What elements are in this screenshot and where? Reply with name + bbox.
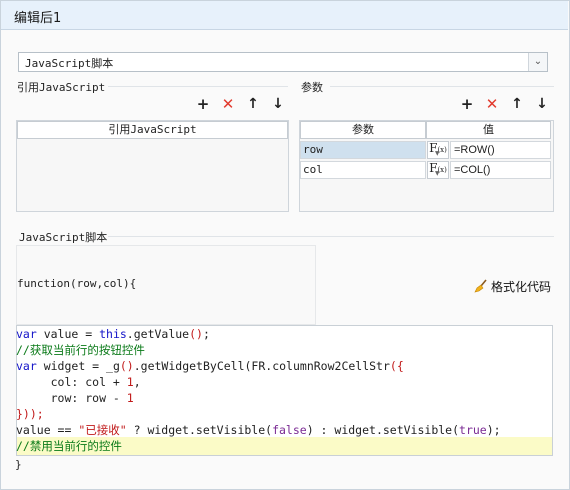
code-token: (): [119, 359, 134, 373]
code-token: .getWidgetByCell(FR.columnRow2CellStr: [133, 359, 390, 373]
params-header-value[interactable]: 值: [426, 121, 551, 139]
divider: [330, 86, 554, 87]
dropdown-arrow-icon: ▼: [435, 150, 440, 157]
delete-param-icon[interactable]: ✕: [484, 96, 500, 112]
script-type-select[interactable]: JavaScript脚本 ⌄: [18, 52, 548, 72]
format-code-label: 格式化代码: [491, 280, 552, 294]
formula-icon[interactable]: F(x) ▼: [427, 161, 449, 179]
code-token: "已接收": [78, 423, 127, 437]
code-token: 1: [126, 375, 134, 389]
code-token: }));: [16, 407, 44, 421]
broom-icon: [474, 279, 487, 293]
divider: [108, 236, 554, 237]
delete-icon[interactable]: ✕: [220, 96, 236, 112]
code-line: }));: [16, 406, 501, 422]
code-token: ? widget.setVisible(: [126, 423, 273, 437]
param-name-cell[interactable]: col: [300, 161, 426, 179]
code-line: //禁用当前行的控件: [16, 438, 501, 454]
divider: [108, 86, 288, 87]
dialog-title: 编辑后1: [14, 11, 62, 26]
add-icon[interactable]: +: [195, 96, 211, 112]
code-token: var: [16, 327, 37, 341]
move-param-up-icon[interactable]: ↑: [509, 96, 525, 112]
move-up-icon[interactable]: ↑: [245, 96, 261, 112]
move-param-down-icon[interactable]: ↓: [534, 96, 550, 112]
script-section-label: JavaScript脚本: [19, 231, 108, 244]
move-down-icon[interactable]: ↓: [270, 96, 286, 112]
code-token: value ==: [16, 423, 79, 437]
format-code-button[interactable]: 格式化代码: [474, 278, 551, 295]
code-line: var value = this.getValue();: [16, 326, 501, 342]
chevron-down-icon[interactable]: ⌄: [528, 53, 547, 71]
script-type-value: JavaScript脚本: [25, 57, 114, 70]
code-line: var widget = _g().getWidgetByCell(FR.col…: [16, 358, 501, 374]
code-line: row: row - 1: [16, 390, 501, 406]
code-token: widget = _g: [36, 359, 120, 373]
code-token: col: col +: [16, 375, 127, 389]
params-section-label: 参数: [301, 81, 323, 94]
code-token: value =: [36, 327, 100, 341]
code-token: false: [272, 423, 307, 437]
param-value-cell[interactable]: =COL(): [450, 161, 551, 179]
code-token: ) : widget.setVisible(: [306, 423, 460, 437]
code-token: ({: [389, 359, 404, 373]
code-line: //获取当前行的按钮控件: [16, 342, 501, 358]
code-token: var: [16, 359, 37, 373]
code-token: //获取当前行的按钮控件: [16, 343, 145, 357]
param-name-cell[interactable]: row: [300, 141, 426, 159]
formula-icon[interactable]: F(x) ▼: [427, 141, 449, 159]
add-param-icon[interactable]: +: [459, 96, 475, 112]
title-bar: 编辑后1: [1, 1, 568, 30]
param-value-cell[interactable]: =ROW(): [450, 141, 551, 159]
function-signature: function(row,col){: [17, 277, 137, 290]
code-token: true: [459, 423, 487, 437]
function-closing-brace: }: [15, 458, 22, 471]
code-token: );: [486, 423, 501, 437]
code-token: ;: [202, 327, 210, 341]
ref-js-column-header[interactable]: 引用JavaScript: [17, 121, 288, 139]
code-token: 1: [126, 391, 134, 405]
dropdown-arrow-icon: ▼: [435, 170, 440, 177]
code-text[interactable]: var value = this.getValue();//获取当前行的按钮控件…: [16, 326, 501, 454]
code-token: row: row -: [16, 391, 127, 405]
code-token: (): [189, 327, 203, 341]
code-line: col: col + 1,: [16, 374, 501, 390]
params-header-name[interactable]: 参数: [300, 121, 426, 139]
code-token: this: [99, 327, 127, 341]
code-token: .getValue: [126, 327, 190, 341]
ref-js-section-label: 引用JavaScript: [17, 81, 106, 94]
code-token: ,: [133, 375, 141, 389]
code-token: //禁用当前行的控件: [16, 439, 122, 453]
code-line: value == "已接收" ? widget.setVisible(false…: [16, 422, 501, 438]
